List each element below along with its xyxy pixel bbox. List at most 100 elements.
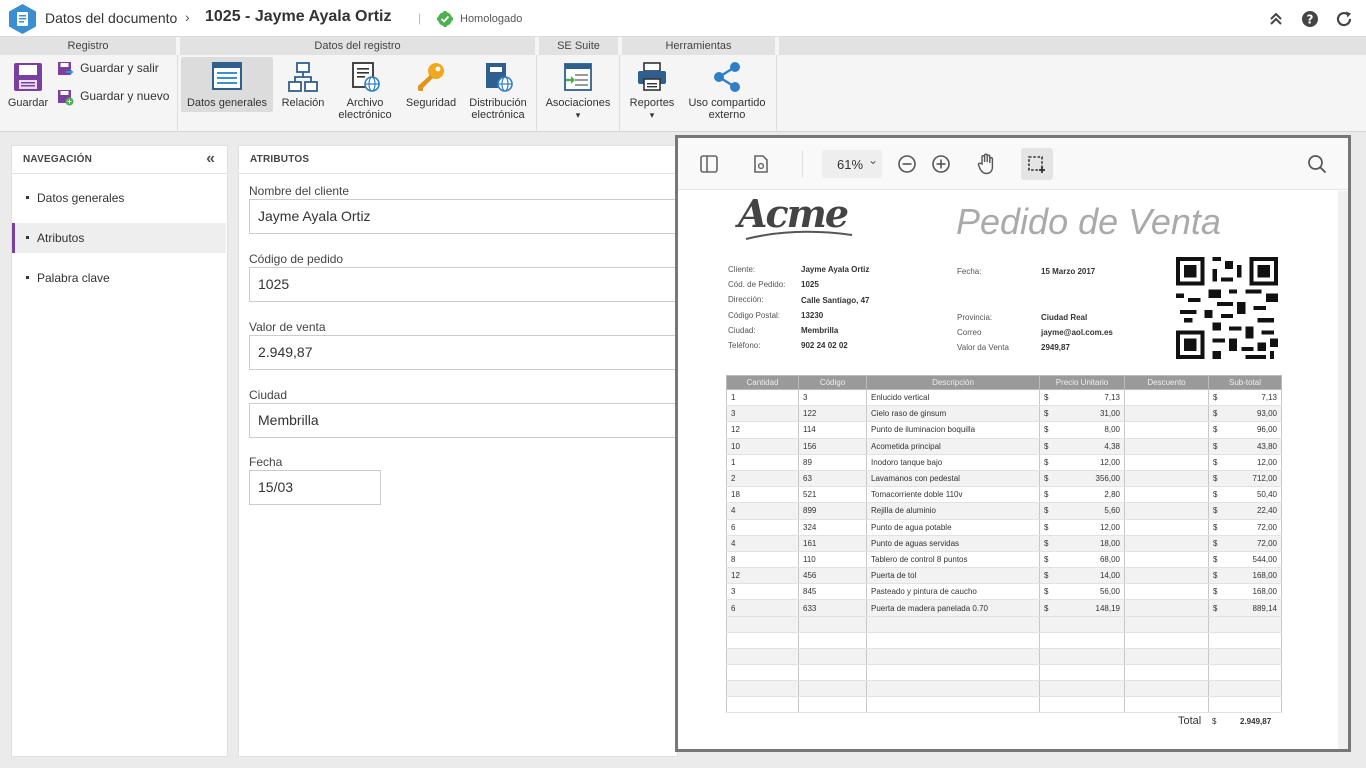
desc-cell: Inodoro tanque bajo	[866, 454, 1040, 471]
group-se-suite: SE Suite	[539, 37, 618, 55]
help-icon[interactable]: ?	[1301, 10, 1319, 28]
nav-item-datos-generales[interactable]: Datos generales	[12, 183, 226, 213]
col-header: Cantidad	[726, 375, 799, 390]
ciudad-input[interactable]: Membrilla	[249, 403, 677, 438]
subtotal-cell: $22,40	[1208, 502, 1282, 520]
amount: 712,00	[1252, 474, 1277, 484]
currency-symbol: $	[1044, 409, 1049, 419]
table-row: 8 110 Tablero de control 8 puntos $68,00 $54…	[726, 551, 1282, 569]
desc-cell: Acometida principal	[866, 438, 1040, 455]
nav-item-atributos[interactable]: Atributos	[12, 223, 226, 253]
seguridad-button[interactable]: Seguridad	[403, 61, 459, 109]
search-icon[interactable]	[1307, 154, 1327, 174]
empty-cell	[1124, 648, 1209, 665]
save-and-new-button[interactable]: Guardar y nuevo	[57, 88, 169, 106]
zoom-select[interactable]: 61% ⌄	[822, 150, 882, 178]
discount-cell	[1124, 519, 1209, 536]
save-button[interactable]: Guardar	[6, 61, 50, 109]
reportes-button[interactable]: Reportes ▾	[626, 61, 678, 121]
area-select-button[interactable]	[1021, 148, 1053, 180]
sidebar-toggle-icon[interactable]	[699, 154, 719, 174]
qty-cell: 2	[726, 470, 799, 488]
datos-generales-button[interactable]: Datos generales	[181, 57, 273, 112]
code-cell: 845	[798, 583, 867, 601]
refresh-icon[interactable]	[1335, 10, 1353, 28]
amount: 72,00	[1256, 522, 1277, 532]
code-cell: 114	[798, 421, 867, 439]
subtotal-cell: $889,14	[1208, 599, 1282, 617]
codigo-pedido-input[interactable]: 1025	[249, 267, 677, 302]
currency-symbol: $	[1213, 554, 1218, 564]
amount: 31,00	[1099, 409, 1120, 419]
code-cell: 521	[798, 486, 867, 504]
table-row: 4 161 Punto de aguas servidas $18,00 $72,00	[726, 535, 1282, 552]
viewer-scrollbar[interactable]	[1338, 191, 1348, 749]
empty-cell	[1208, 680, 1282, 697]
distribucion-label-2: electrónica	[471, 109, 525, 121]
empty-cell	[1039, 648, 1125, 665]
invoice-label: Cliente:	[728, 265, 756, 274]
amount: 12,00	[1099, 457, 1120, 467]
navigation-panel: NAVEGACIÓN « Datos generales Atributos P…	[11, 145, 228, 757]
uso-compartido-button[interactable]: Uso compartido externo	[684, 61, 770, 121]
collapse-double-chevron-icon[interactable]: «	[206, 150, 215, 168]
col-header: Precio Unitario	[1039, 375, 1125, 390]
desc-cell: Punto de aguas servidas	[866, 535, 1040, 552]
table-row: 12 114 Punto de iluminacion boquilla $8,00 $…	[726, 421, 1282, 439]
empty-cell	[726, 632, 799, 649]
total-value: 2.949,87	[1240, 717, 1272, 726]
datos-generales-label: Datos generales	[186, 97, 268, 109]
breadcrumb[interactable]: Datos del documento	[45, 10, 177, 26]
empty-cell	[1208, 632, 1282, 649]
subtotal-cell: $544,00	[1208, 551, 1282, 569]
asociaciones-button[interactable]: Asociaciones ▾	[543, 61, 613, 121]
logo-swoosh-icon	[745, 230, 853, 240]
currency-symbol: $	[1044, 425, 1049, 435]
unit-price-cell: $12,00	[1039, 519, 1125, 536]
zoom-out-icon[interactable]	[897, 154, 917, 174]
invoice-label: Correo	[957, 328, 982, 337]
distribucion-electronica-button[interactable]: Distribución electrónica	[466, 61, 530, 121]
save-and-exit-button[interactable]: Guardar y salir	[57, 60, 159, 78]
valor-venta-input[interactable]: 2.949,87	[249, 335, 677, 370]
group-empty	[779, 37, 1366, 55]
amount: 12,00	[1099, 522, 1120, 532]
status-gear-check-icon	[437, 11, 453, 27]
amount: 4,38	[1104, 441, 1120, 451]
attributes-panel: ATRIBUTOS	[238, 145, 678, 757]
zoom-in-icon[interactable]	[931, 154, 951, 174]
currency-symbol: $	[1044, 554, 1049, 564]
nav-item-palabra-clave[interactable]: Palabra clave	[12, 263, 226, 293]
empty-cell	[866, 648, 1040, 665]
page-title: 1025 - Jayme Ayala Ortiz	[205, 8, 392, 25]
field-label-ciudad: Ciudad	[249, 388, 288, 402]
currency-symbol: $	[1044, 522, 1049, 532]
hand-tool-icon[interactable]	[976, 153, 996, 175]
currency-symbol: $	[1044, 603, 1049, 613]
navigation-title: NAVEGACIÓN	[12, 146, 227, 174]
fecha-input[interactable]: 15/03	[249, 470, 381, 505]
code-cell: 456	[798, 567, 867, 585]
nombre-cliente-input[interactable]: Jayme Ayala Ortiz	[249, 199, 677, 234]
table-row: 18 521 Tomacorriente doble 110v $2,80 $50,40	[726, 486, 1282, 504]
amount: 168,00	[1252, 587, 1277, 597]
empty-cell	[726, 680, 799, 697]
discount-cell	[1124, 454, 1209, 471]
table-row: 10 156 Acometida principal $4,38 $43,80	[726, 438, 1282, 455]
subtotal-cell: $43,80	[1208, 438, 1282, 455]
share-icon	[714, 62, 740, 92]
order-items-table: Cantidad Código Descripción Precio Unita…	[726, 375, 1282, 713]
discount-cell	[1124, 486, 1209, 504]
archivo-electronico-button[interactable]: Archivo electrónico	[334, 61, 396, 121]
relacion-button[interactable]: Relación	[278, 61, 328, 109]
printer-icon	[638, 62, 666, 91]
empty-cell	[798, 680, 867, 697]
currency-symbol: $	[1044, 538, 1049, 548]
field-label-nombre: Nombre del cliente	[249, 184, 350, 198]
top-bar: Datos del documento › 1025 - Jayme Ayala…	[0, 0, 1366, 37]
currency-symbol: $	[1213, 538, 1218, 548]
desc-cell: Pasteado y pintura de caucho	[866, 583, 1040, 601]
page-settings-icon[interactable]	[751, 154, 771, 174]
invoice-value: Ciudad Real	[1041, 313, 1088, 322]
double-chevron-up-icon[interactable]	[1267, 10, 1285, 28]
